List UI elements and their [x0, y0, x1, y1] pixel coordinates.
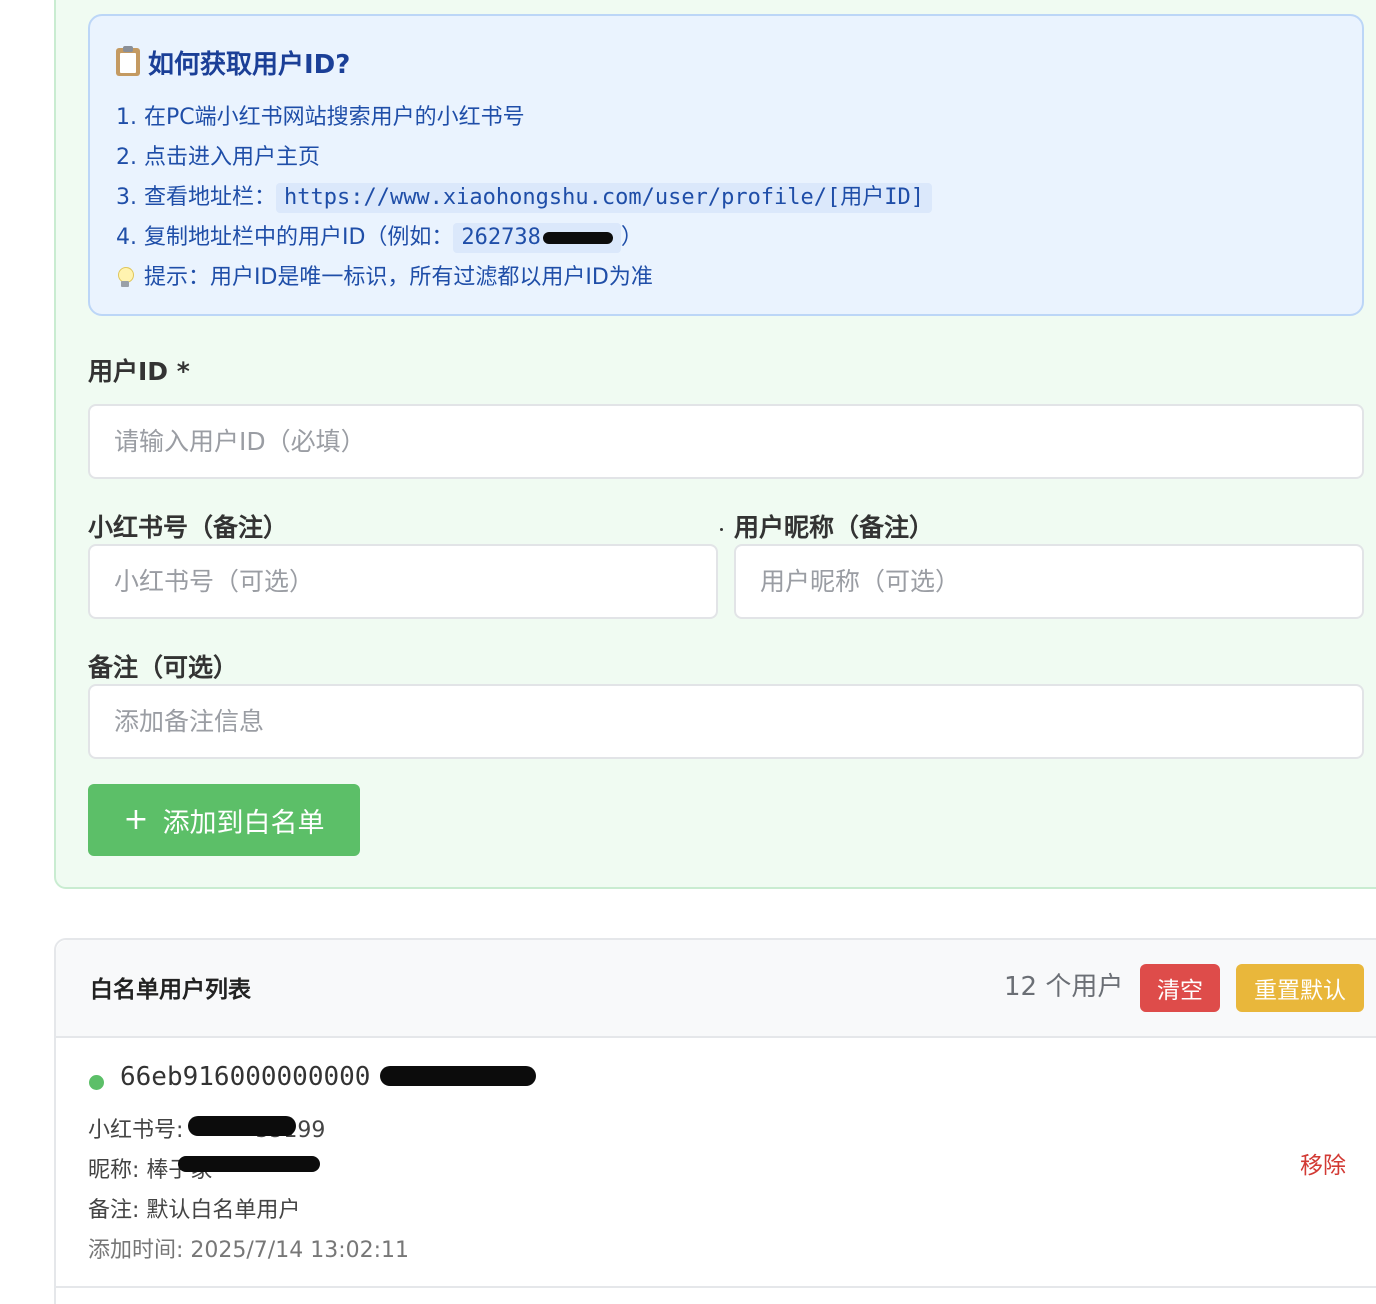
- xhs-number-input[interactable]: [88, 544, 718, 619]
- lightbulb-icon: [116, 267, 134, 289]
- help-step-2: 2. 点击进入用户主页: [116, 138, 1338, 178]
- xhs-number-label: 小红书号（备注）: [88, 513, 289, 542]
- help-step-4-text: 4. 复制地址栏中的用户ID（例如：: [116, 225, 454, 250]
- help-step-4-close: ）: [620, 225, 643, 250]
- add-to-whitelist-button[interactable]: + 添加到白名单: [88, 784, 360, 856]
- plus-icon: +: [123, 802, 149, 837]
- note-label: 备注（可选）: [88, 653, 239, 682]
- help-step-1-text: 1. 在PC端小红书网站搜索用户的小红书号: [116, 105, 525, 130]
- redaction-mark: [188, 1116, 296, 1136]
- help-box: 如何获取用户ID? 1. 在PC端小红书网站搜索用户的小红书号 2. 点击进入用…: [88, 14, 1364, 316]
- help-tip-text: 提示：用户ID是唯一标识，所有过滤都以用户ID为准: [144, 265, 653, 290]
- user-id-value: 66eb916000000000: [120, 1062, 371, 1092]
- remove-user-link[interactable]: 移除: [1300, 1146, 1346, 1180]
- redaction-mark: [380, 1066, 536, 1086]
- user-xhs-label: 小红书号:: [88, 1118, 184, 1143]
- user-count: 12 个用户: [1004, 972, 1124, 1002]
- user-note: 备注: 默认白名单用户: [88, 1198, 301, 1223]
- id-example-code: 262738: [453, 223, 621, 253]
- row-divider: [56, 1286, 1376, 1288]
- reset-default-button[interactable]: 重置默认: [1236, 964, 1364, 1012]
- stray-dot: [720, 528, 723, 531]
- nickname-label: 用户昵称（备注）: [734, 513, 935, 542]
- redaction-mark: [178, 1156, 320, 1172]
- help-title-text: 如何获取用户ID?: [148, 49, 351, 80]
- clear-button[interactable]: 清空: [1140, 964, 1220, 1012]
- id-example-text: 262738: [461, 225, 541, 250]
- user-id-input[interactable]: [88, 404, 1364, 479]
- user-id-label: 用户ID *: [88, 357, 190, 386]
- help-step-3: 3. 查看地址栏： https://www.xiaohongshu.com/us…: [116, 178, 1338, 218]
- help-title: 如何获取用户ID?: [116, 42, 1338, 82]
- user-added-time: 添加时间: 2025/7/14 13:02:11: [88, 1238, 410, 1263]
- whitelist-title: 白名单用户列表: [90, 977, 251, 1003]
- add-button-label: 添加到白名单: [162, 807, 325, 839]
- help-tip: 提示：用户ID是唯一标识，所有过滤都以用户ID为准: [116, 258, 1338, 298]
- url-example-code: https://www.xiaohongshu.com/user/profile…: [275, 183, 933, 213]
- help-step-3-text: 3. 查看地址栏：: [116, 185, 276, 210]
- help-steps: 1. 在PC端小红书网站搜索用户的小红书号 2. 点击进入用户主页 3. 查看地…: [116, 98, 1338, 298]
- help-step-2-text: 2. 点击进入用户主页: [116, 145, 320, 170]
- nickname-input[interactable]: [734, 544, 1364, 619]
- note-input[interactable]: [88, 684, 1364, 759]
- redaction-mark: [542, 232, 613, 244]
- status-dot-icon: [89, 1075, 104, 1090]
- clipboard-icon: [116, 46, 140, 76]
- page: 如何获取用户ID? 1. 在PC端小红书网站搜索用户的小红书号 2. 点击进入用…: [0, 0, 1376, 1304]
- help-step-1: 1. 在PC端小红书网站搜索用户的小红书号: [116, 98, 1338, 138]
- help-step-4: 4. 复制地址栏中的用户ID（例如： 262738 ）: [116, 218, 1338, 258]
